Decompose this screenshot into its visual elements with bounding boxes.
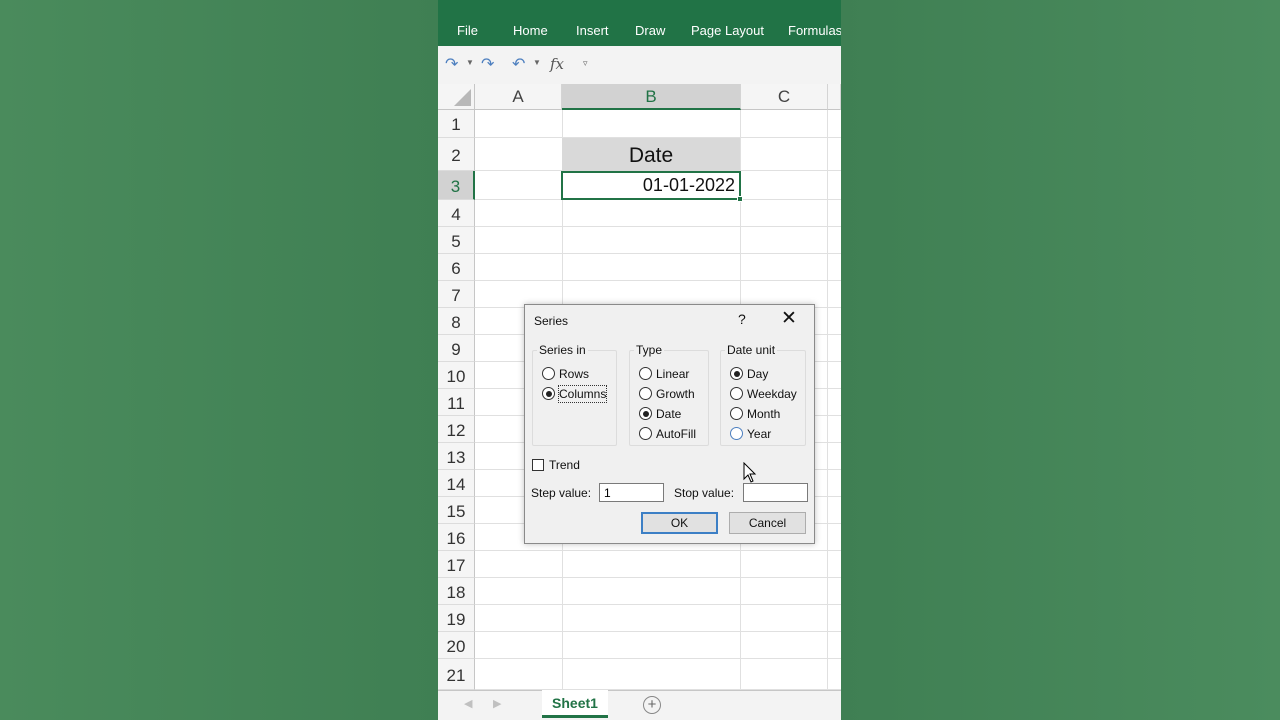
- grid-line: [475, 253, 841, 254]
- tab-page-layout[interactable]: Page Layout: [691, 0, 764, 46]
- tab-draw[interactable]: Draw: [635, 0, 665, 46]
- customize-toolbar-icon[interactable]: ▿: [583, 58, 588, 69]
- select-all-icon: [454, 89, 471, 106]
- type-label: Type: [634, 343, 665, 357]
- radio-button[interactable]: [730, 387, 743, 400]
- step-value-label: Step value:: [531, 486, 592, 500]
- row-header-2[interactable]: 2: [438, 138, 475, 171]
- row-header-21[interactable]: 21: [438, 659, 475, 690]
- scroll-left-icon[interactable]: ◀: [464, 697, 472, 710]
- stop-value-input[interactable]: [743, 483, 808, 502]
- row-header-8[interactable]: 8: [438, 308, 475, 335]
- tab-formulas[interactable]: Formulas: [788, 0, 841, 46]
- grid-line: [475, 631, 841, 632]
- ok-button[interactable]: OK: [641, 512, 718, 534]
- video-background-right: [841, 0, 1280, 720]
- mouse-cursor-icon: [743, 462, 757, 483]
- tab-file[interactable]: File: [457, 0, 478, 46]
- redo-icon[interactable]: ↷: [481, 55, 494, 75]
- row-header-3[interactable]: 3: [438, 171, 475, 200]
- tab-insert[interactable]: Insert: [576, 0, 609, 46]
- grid-line: [475, 604, 841, 605]
- radio-growth-label: Growth: [656, 387, 695, 401]
- type-group: Type Linear Growth Date AutoFill: [629, 343, 709, 446]
- radio-autofill-label: AutoFill: [656, 427, 697, 441]
- cancel-button[interactable]: Cancel: [729, 512, 806, 534]
- ribbon-tabs: File Home Insert Draw Page Layout Formul…: [438, 0, 841, 46]
- grid-line: [475, 280, 841, 281]
- row-header-20[interactable]: 20: [438, 632, 475, 659]
- column-header-a[interactable]: A: [475, 84, 562, 110]
- row-header-12[interactable]: 12: [438, 416, 475, 443]
- step-value-input[interactable]: [599, 483, 664, 502]
- grid-line: [475, 577, 841, 578]
- row-header-5[interactable]: 5: [438, 227, 475, 254]
- radio-day-label: Day: [747, 367, 769, 381]
- radio-button[interactable]: [730, 427, 743, 440]
- radio-button-selected[interactable]: [639, 407, 652, 420]
- scroll-right-icon[interactable]: ▶: [493, 697, 501, 710]
- column-header-d[interactable]: [828, 84, 841, 110]
- radio-button-selected[interactable]: [730, 367, 743, 380]
- radio-weekday-label: Weekday: [747, 387, 797, 401]
- row-header-10[interactable]: 10: [438, 362, 475, 389]
- chevron-down-icon[interactable]: ▼: [466, 58, 474, 67]
- redo-icon[interactable]: ↷: [445, 55, 458, 75]
- close-icon[interactable]: ✕: [781, 308, 797, 330]
- row-header-19[interactable]: 19: [438, 605, 475, 632]
- row-header-18[interactable]: 18: [438, 578, 475, 605]
- radio-button[interactable]: [730, 407, 743, 420]
- date-unit-group: Date unit Day Weekday Month Year: [720, 343, 806, 446]
- radio-columns-label: Columns: [557, 385, 608, 403]
- radio-rows-label: Rows: [559, 367, 590, 381]
- tab-home[interactable]: Home: [513, 0, 548, 46]
- row-header-6[interactable]: 6: [438, 254, 475, 281]
- sheet-tab-sheet1[interactable]: Sheet1: [542, 690, 608, 718]
- grid-line: [475, 658, 841, 659]
- stop-value-label: Stop value:: [674, 486, 735, 500]
- fill-handle[interactable]: [737, 196, 743, 202]
- radio-button[interactable]: [542, 367, 555, 380]
- series-in-label: Series in: [537, 343, 588, 357]
- row-header-15[interactable]: 15: [438, 497, 475, 524]
- row-header-1[interactable]: 1: [438, 110, 475, 138]
- column-header-b[interactable]: B: [562, 84, 741, 110]
- column-header-c[interactable]: C: [741, 84, 828, 110]
- undo-icon[interactable]: ↶: [512, 55, 525, 75]
- grid-line: [827, 110, 828, 690]
- radio-date-label: Date: [656, 407, 682, 421]
- series-dialog: Series ? ✕ Series in Rows Columns Type L…: [524, 304, 815, 544]
- cell-b3-active[interactable]: 01-01-2022: [561, 171, 741, 200]
- help-icon[interactable]: ?: [738, 311, 746, 327]
- trend-label: Trend: [549, 458, 580, 472]
- row-header-13[interactable]: 13: [438, 443, 475, 470]
- grid-line: [475, 550, 841, 551]
- radio-button[interactable]: [639, 427, 652, 440]
- row-header-11[interactable]: 11: [438, 389, 475, 416]
- radio-linear-label: Linear: [656, 367, 690, 381]
- row-header-16[interactable]: 16: [438, 524, 475, 551]
- row-header-4[interactable]: 4: [438, 200, 475, 227]
- radio-button-selected[interactable]: [542, 387, 555, 400]
- function-icon[interactable]: fx: [550, 55, 564, 73]
- row-header-7[interactable]: 7: [438, 281, 475, 308]
- radio-month-label: Month: [747, 407, 781, 421]
- add-sheet-icon[interactable]: +: [643, 696, 661, 714]
- date-unit-label: Date unit: [725, 343, 778, 357]
- row-header-14[interactable]: 14: [438, 470, 475, 497]
- series-in-group: Series in Rows Columns: [532, 343, 617, 446]
- radio-year-label: Year: [747, 427, 772, 441]
- chevron-down-icon[interactable]: ▼: [533, 58, 541, 67]
- trend-checkbox[interactable]: [532, 459, 544, 471]
- quick-access-toolbar: ↷ ▼ ↷ ↶ ▼ fx ▿: [438, 46, 841, 84]
- radio-button[interactable]: [639, 387, 652, 400]
- cell-b2[interactable]: Date: [562, 138, 740, 171]
- sheet-tab-bar: ◀ ▶ Sheet1 +: [438, 690, 841, 720]
- row-header-9[interactable]: 9: [438, 335, 475, 362]
- grid-line: [475, 226, 841, 227]
- dialog-title: Series: [534, 314, 569, 328]
- video-background-left: [0, 0, 438, 720]
- row-header-17[interactable]: 17: [438, 551, 475, 578]
- radio-button[interactable]: [639, 367, 652, 380]
